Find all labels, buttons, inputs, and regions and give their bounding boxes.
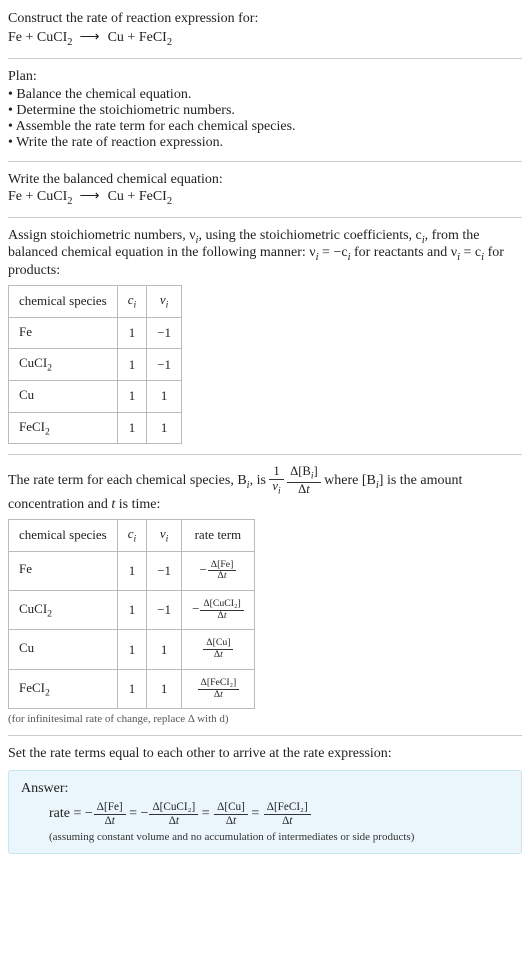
final-section: Set the rate terms equal to each other t…: [8, 746, 522, 854]
rate-expression: rate = −Δ[Fe]Δt = −Δ[CuCI₂]Δt = Δ[Cu]Δt …: [49, 801, 509, 827]
rateterm-intro: The rate term for each chemical species,…: [8, 465, 522, 513]
plan-item: Assemble the rate term for each chemical…: [8, 119, 522, 135]
table-header-row: chemical species ci νi: [9, 286, 182, 318]
stoich-table: chemical species ci νi Fe 1 −1 CuCI2 1 −…: [8, 285, 182, 444]
reactant-2: CuCI2: [37, 30, 73, 45]
plan-list: Balance the chemical equation. Determine…: [8, 87, 522, 151]
table-row: Fe 1 −1 −Δ[Fe]Δt: [9, 551, 255, 590]
table-row: CuCI2 1 −1: [9, 349, 182, 381]
table-row: CuCI2 1 −1 −Δ[CuCI₂]Δt: [9, 590, 255, 629]
table-header-row: chemical species ci νi rate term: [9, 519, 255, 551]
answer-box: Answer: rate = −Δ[Fe]Δt = −Δ[CuCI₂]Δt = …: [8, 770, 522, 854]
col-species: chemical species: [9, 286, 118, 318]
assumption-note: (assuming constant volume and no accumul…: [49, 831, 509, 843]
final-title: Set the rate terms equal to each other t…: [8, 746, 522, 762]
prompt-text: Construct the rate of reaction expressio…: [8, 8, 522, 29]
stoich-intro: Assign stoichiometric numbers, νi, using…: [8, 228, 522, 280]
stoich-section: Assign stoichiometric numbers, νi, using…: [8, 228, 522, 456]
fraction: Δ[Bi] Δt: [287, 465, 321, 497]
fraction: 1 νi: [269, 465, 283, 497]
product-2: FeCI2: [139, 30, 172, 45]
table-row: Cu 1 1 Δ[Cu]Δt: [9, 630, 255, 669]
prompt-section: Construct the rate of reaction expressio…: [8, 8, 522, 59]
product-1: Cu: [108, 30, 124, 45]
balanced-title: Write the balanced chemical equation:: [8, 172, 522, 188]
plan-title: Plan:: [8, 69, 522, 85]
plan-section: Plan: Balance the chemical equation. Det…: [8, 69, 522, 162]
table-row: FeCI2 1 1: [9, 412, 182, 444]
infinitesimal-note: (for infinitesimal rate of change, repla…: [8, 713, 522, 725]
balanced-equation: Fe + CuCI2 ⟶ Cu + FeCI2: [8, 188, 522, 207]
arrow-icon: ⟶: [80, 30, 101, 45]
plan-item: Determine the stoichiometric numbers.: [8, 103, 522, 119]
plan-item: Write the rate of reaction expression.: [8, 135, 522, 151]
table-row: FeCI2 1 1 Δ[FeCI₂]Δt: [9, 669, 255, 708]
rateterm-section: The rate term for each chemical species,…: [8, 465, 522, 736]
reaction-equation: Fe + CuCI2 ⟶ Cu + FeCI2: [8, 29, 522, 48]
reactant-1: Fe: [8, 30, 22, 45]
plan-item: Balance the chemical equation.: [8, 87, 522, 103]
answer-label: Answer:: [21, 781, 509, 797]
col-nui: νi: [147, 286, 182, 318]
rateterm-table: chemical species ci νi rate term Fe 1 −1…: [8, 519, 255, 709]
table-row: Cu 1 1: [9, 380, 182, 412]
col-ci: ci: [117, 286, 147, 318]
balanced-section: Write the balanced chemical equation: Fe…: [8, 172, 522, 218]
table-row: Fe 1 −1: [9, 317, 182, 349]
